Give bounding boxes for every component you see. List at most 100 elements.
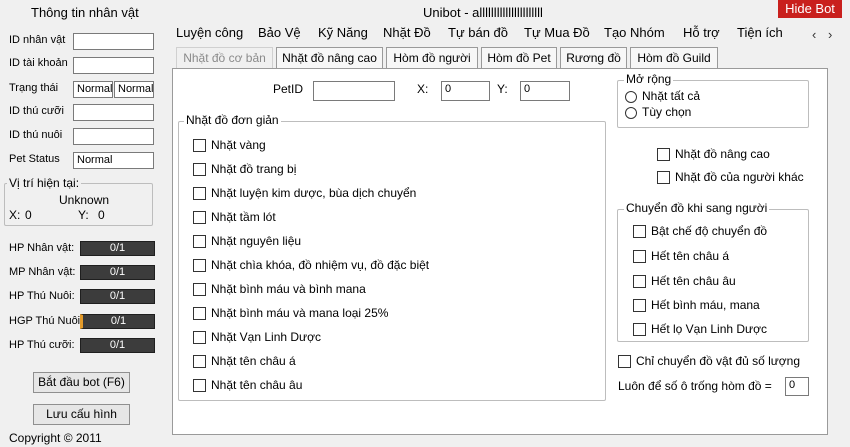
- panel-title: Thông tin nhân vật: [31, 5, 139, 20]
- hp-character-bar: 0/1: [80, 241, 155, 256]
- save-config-button[interactable]: Lưu cấu hình: [33, 404, 130, 425]
- start-bot-button[interactable]: Bắt đầu bot (F6): [33, 372, 130, 393]
- y-input[interactable]: 0: [520, 81, 570, 101]
- status-label: Trạng thái: [9, 82, 59, 94]
- hp-character-label: HP Nhân vật:: [9, 242, 75, 254]
- keep-slots-label: Luôn để số ô trống hòm đồ =: [618, 379, 772, 393]
- mp-character-label: MP Nhân vật:: [9, 266, 76, 278]
- pickup-euro-arrows-checkbox[interactable]: [193, 379, 206, 392]
- out-potions-label: Hết bình máu, mana: [651, 298, 760, 312]
- window-title: Unibot - allllllllllllllllllllll: [423, 5, 543, 20]
- hp-pet-bar: 0/1: [80, 289, 155, 304]
- out-asian-arrows-checkbox[interactable]: [633, 250, 646, 263]
- pickup-lining-checkbox[interactable]: [193, 211, 206, 224]
- menu-tien-ich[interactable]: Tiện ích: [737, 25, 783, 40]
- hide-bot-button[interactable]: Hide Bot: [778, 0, 842, 18]
- transfer-legend: Chuyển đồ khi sang người: [624, 201, 770, 215]
- custom-pickup-label: Tùy chọn: [642, 105, 692, 119]
- menu-tao-nhom[interactable]: Tạo Nhóm: [604, 25, 665, 40]
- position-legend: Vị trí hiện tại:: [7, 176, 82, 190]
- account-id-field[interactable]: [73, 57, 154, 74]
- mount-id-label: ID thú cưỡi: [9, 105, 64, 117]
- hgp-pet-label: HGP Thú Nuôi:: [9, 315, 84, 327]
- pickup-potions-25-checkbox[interactable]: [193, 307, 206, 320]
- menu-ho-tro[interactable]: Hỗ trợ: [683, 25, 720, 40]
- out-asian-arrows-label: Hết tên châu á: [651, 249, 730, 263]
- menu-scroll-right-icon[interactable]: ›: [828, 27, 832, 42]
- pet-id-label: ID thú nuôi: [9, 129, 63, 141]
- out-euro-arrows-label: Hết tên châu âu: [651, 274, 736, 288]
- advanced-pickup-label: Nhặt đồ nâng cao: [675, 147, 770, 161]
- pickup-all-radio[interactable]: [625, 91, 637, 103]
- expand-legend: Mở rộng: [624, 72, 674, 86]
- pickup-potions-label: Nhặt bình máu và bình mana: [211, 282, 366, 296]
- mount-id-field[interactable]: [73, 104, 154, 121]
- status-field-2[interactable]: Normal: [114, 81, 154, 98]
- advanced-pickup-checkbox[interactable]: [657, 148, 670, 161]
- menu-tu-mua-do[interactable]: Tự Mua Đồ: [524, 25, 590, 40]
- pickup-equipment-label: Nhặt đồ trang bị: [211, 162, 297, 176]
- pickup-alchemy-label: Nhặt luyện kim dược, bùa dịch chuyển: [211, 186, 417, 200]
- pet-status-field[interactable]: Normal: [73, 152, 154, 169]
- mp-character-bar: 0/1: [80, 265, 155, 280]
- menu-bao-ve[interactable]: Bảo Vệ: [258, 25, 301, 40]
- x-label: X:: [417, 82, 429, 96]
- tab-character-box[interactable]: Hòm đồ người: [386, 47, 478, 68]
- tab-basic-pickup[interactable]: Nhặt đồ cơ bản: [176, 47, 273, 68]
- copyright: Copyright © 2011: [9, 431, 102, 445]
- petid-input[interactable]: [313, 81, 395, 101]
- pickup-all-label: Nhặt tất cả: [642, 89, 701, 103]
- custom-pickup-radio[interactable]: [625, 107, 637, 119]
- out-elixir-checkbox[interactable]: [633, 323, 646, 336]
- status-field-1[interactable]: Normal: [73, 81, 113, 98]
- current-map: Unknown: [59, 193, 110, 207]
- menu-nhat-do[interactable]: Nhặt Đồ: [383, 25, 431, 40]
- others-items-checkbox[interactable]: [657, 171, 670, 184]
- position-y-value: 0: [98, 208, 105, 222]
- position-x-value: 0: [25, 208, 32, 222]
- pickup-potions-checkbox[interactable]: [193, 283, 206, 296]
- pickup-elixir-label: Nhặt Vạn Linh Dược: [211, 330, 321, 344]
- menu-scroll-left-icon[interactable]: ‹: [812, 27, 816, 42]
- account-id-label: ID tài khoản: [9, 57, 68, 69]
- tab-pet-box[interactable]: Hòm đồ Pet: [481, 47, 557, 68]
- pickup-elixir-checkbox[interactable]: [193, 331, 206, 344]
- pet-id-field[interactable]: [73, 128, 154, 145]
- pickup-equipment-checkbox[interactable]: [193, 163, 206, 176]
- pet-status-label: Pet Status: [9, 153, 60, 165]
- y-label: Y:: [497, 82, 508, 96]
- pickup-materials-checkbox[interactable]: [193, 235, 206, 248]
- pickup-potions-25-label: Nhặt bình máu và mana loại 25%: [211, 306, 389, 320]
- menu-ky-nang[interactable]: Kỹ Năng: [318, 25, 368, 40]
- position-x-label: X:: [9, 208, 21, 222]
- character-id-label: ID nhân vật: [9, 34, 66, 46]
- pickup-asian-arrows-checkbox[interactable]: [193, 355, 206, 368]
- menu-luyen-cong[interactable]: Luyện công: [176, 25, 243, 40]
- pickup-gold-label: Nhặt vàng: [211, 138, 266, 152]
- enable-transfer-checkbox[interactable]: [633, 225, 646, 238]
- simple-pickup-legend: Nhặt đồ đơn giản: [184, 113, 281, 127]
- out-elixir-label: Hết lọ Vạn Linh Dược: [651, 322, 767, 336]
- pickup-asian-arrows-label: Nhặt tên châu á: [211, 354, 296, 368]
- expand-group: [617, 80, 809, 128]
- character-info-panel: Thông tin nhân vật ID nhân vật ID tài kh…: [0, 0, 163, 447]
- tab-guild-box[interactable]: Hòm đồ Guild: [630, 47, 718, 68]
- character-id-field[interactable]: [73, 33, 154, 50]
- tab-advanced-pickup[interactable]: Nhặt đồ nâng cao: [276, 47, 383, 68]
- pickup-materials-label: Nhặt nguyên liệu: [211, 234, 302, 248]
- position-y-label: Y:: [78, 208, 89, 222]
- petid-label: PetID: [273, 82, 304, 96]
- pickup-alchemy-checkbox[interactable]: [193, 187, 206, 200]
- x-input[interactable]: 0: [441, 81, 490, 101]
- pickup-keys-checkbox[interactable]: [193, 259, 206, 272]
- menu-tu-ban-do[interactable]: Tự bán đồ: [448, 25, 508, 40]
- out-euro-arrows-checkbox[interactable]: [633, 275, 646, 288]
- tab-chest[interactable]: Rương đồ: [560, 47, 627, 68]
- hgp-pet-bar: 0/1: [80, 314, 155, 329]
- title-bar: Unibot - allllllllllllllllllllll: [163, 0, 850, 20]
- keep-slots-input[interactable]: 0: [785, 377, 809, 396]
- pickup-gold-checkbox[interactable]: [193, 139, 206, 152]
- hp-pet-label: HP Thú Nuôi:: [9, 290, 75, 302]
- out-potions-checkbox[interactable]: [633, 299, 646, 312]
- only-enough-checkbox[interactable]: [618, 355, 631, 368]
